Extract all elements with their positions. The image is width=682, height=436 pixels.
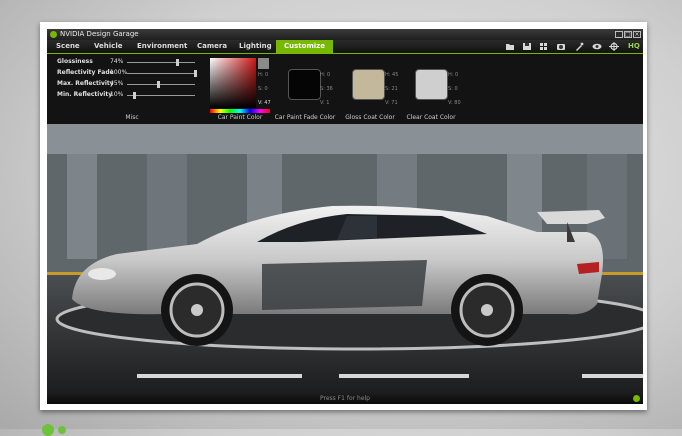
slider-thumb[interactable] xyxy=(194,70,197,77)
gloss-coat-s: S: 21 xyxy=(385,86,398,92)
folder-icon[interactable] xyxy=(505,42,515,51)
tab-vehicle[interactable]: Vehicle xyxy=(94,40,122,53)
save-icon[interactable] xyxy=(522,42,532,51)
3d-viewport[interactable] xyxy=(47,124,643,393)
tab-scene[interactable]: Scene xyxy=(56,40,80,53)
current-color-preview xyxy=(258,58,269,69)
car-paint-fade-v: V: 1 xyxy=(320,100,330,106)
max-reflectivity-slider[interactable] xyxy=(127,81,195,88)
clear-coat-swatch[interactable] xyxy=(415,69,448,100)
gloss-coat-color-label: Gloss Coat Color xyxy=(345,114,395,121)
color-gradient-overlay xyxy=(210,58,256,108)
eyedropper-icon[interactable] xyxy=(574,42,584,51)
misc-label: Misc xyxy=(125,114,139,121)
max-reflectivity-label: Max. Reflectivity xyxy=(57,80,114,87)
slider-thumb[interactable] xyxy=(156,81,160,88)
car-paint-fade-color-label: Car Paint Fade Color xyxy=(274,114,336,121)
car-paint-color-picker[interactable] xyxy=(210,58,256,108)
title-bar: NVIDIA Design Garage _ □ × xyxy=(47,29,643,40)
car-paint-v: V: 47 xyxy=(258,100,271,106)
status-indicator-icon xyxy=(633,395,640,402)
app-window: NVIDIA Design Garage _ □ × Scene Vehicle… xyxy=(47,29,643,404)
glossiness-value: 74% xyxy=(110,58,124,65)
screenshot-grid-icon[interactable] xyxy=(539,42,549,51)
reflectivity-fade-label: Reflectivity Fade xyxy=(57,69,114,76)
gloss-coat-h: H: 45 xyxy=(385,72,399,78)
status-bar: Press F1 for help xyxy=(47,393,643,404)
decorative-blob xyxy=(42,424,54,436)
glossiness-label: Glossiness xyxy=(57,58,93,65)
clear-coat-color-label: Clear Coat Color xyxy=(406,114,456,121)
max-reflectivity-value: 45% xyxy=(110,80,124,87)
glossiness-slider[interactable] xyxy=(127,59,195,66)
car-paint-color-label: Car Paint Color xyxy=(217,114,263,121)
clear-coat-v: V: 80 xyxy=(448,100,461,106)
minimize-button[interactable]: _ xyxy=(615,31,623,38)
reflectivity-fade-value: 100% xyxy=(110,69,128,76)
maximize-button[interactable]: □ xyxy=(624,31,632,38)
tab-lighting[interactable]: Lighting xyxy=(239,40,272,53)
hue-bar[interactable] xyxy=(210,109,270,113)
clear-coat-s: S: 0 xyxy=(448,86,458,92)
car-render xyxy=(47,124,643,393)
car-paint-fade-s: S: 36 xyxy=(320,86,333,92)
close-button[interactable]: × xyxy=(633,31,641,38)
min-reflectivity-slider[interactable] xyxy=(127,92,195,99)
car-paint-fade-h: H: 0 xyxy=(320,72,331,78)
decorative-blob xyxy=(58,426,66,434)
car-paint-s: S: 0 xyxy=(258,86,268,92)
tab-camera[interactable]: Camera xyxy=(197,40,227,53)
clear-coat-h: H: 0 xyxy=(448,72,459,78)
reflectivity-fade-slider[interactable] xyxy=(127,70,197,77)
gloss-coat-v: V: 71 xyxy=(385,100,398,106)
help-text: Press F1 for help xyxy=(319,395,370,402)
crosshair-icon[interactable] xyxy=(609,42,619,51)
slider-thumb[interactable] xyxy=(132,92,136,99)
slider-thumb[interactable] xyxy=(176,59,180,66)
app-icon xyxy=(50,31,57,38)
camera-icon[interactable] xyxy=(556,42,566,51)
window-title: NVIDIA Design Garage xyxy=(60,30,139,38)
tab-customize[interactable]: Customize xyxy=(276,40,333,53)
car-paint-h: H: 0 xyxy=(258,72,269,78)
car-paint-fade-swatch[interactable] xyxy=(288,69,321,100)
menu-bar: Scene Vehicle Environment Camera Lightin… xyxy=(47,40,643,54)
eye-icon[interactable] xyxy=(592,42,602,51)
tab-environment[interactable]: Environment xyxy=(137,40,187,53)
min-reflectivity-label: Min. Reflectivity xyxy=(57,91,113,98)
customize-panel: Glossiness 74% Reflectivity Fade 100% Ma… xyxy=(47,54,643,124)
gloss-coat-swatch[interactable] xyxy=(352,69,385,100)
min-reflectivity-value: 10% xyxy=(110,91,124,98)
hq-toggle[interactable]: HQ xyxy=(628,40,640,53)
